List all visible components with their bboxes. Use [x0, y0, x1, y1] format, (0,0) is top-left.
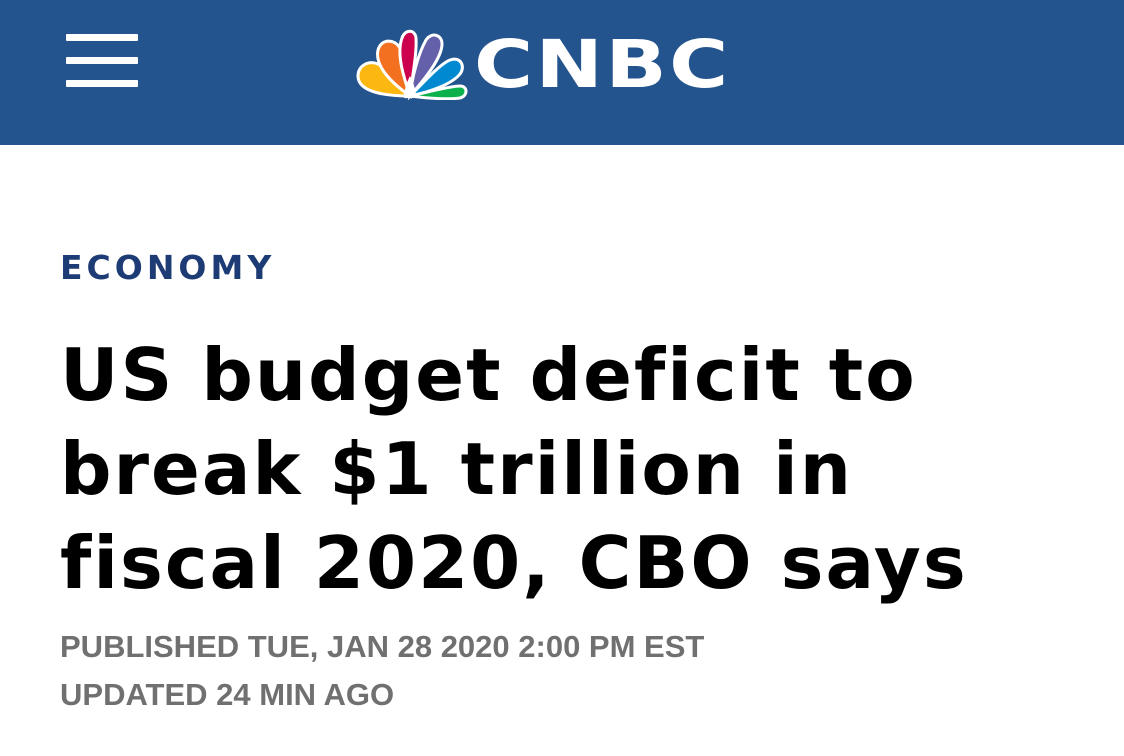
- top-navigation-bar: CNBC: [0, 0, 1124, 145]
- headline-line: break $1 trillion in: [60, 427, 854, 511]
- headline-line: fiscal 2020, CBO says: [60, 521, 968, 605]
- menu-bar-line: [66, 34, 138, 41]
- section-label-link[interactable]: ECONOMY: [60, 248, 275, 288]
- article-headline: US budget deficit to break $1 trillion i…: [60, 328, 1090, 610]
- menu-bar-line: [66, 80, 138, 87]
- updated-timestamp: UPDATED 24 MIN AGO: [60, 677, 395, 712]
- published-timestamp: PUBLISHED TUE, JAN 28 2020 2:00 PM EST: [60, 629, 705, 664]
- nbc-peacock-icon: [356, 29, 468, 100]
- brand-wordmark: CNBC: [474, 26, 731, 103]
- menu-bar-line: [66, 57, 138, 64]
- hamburger-menu-icon[interactable]: [66, 34, 138, 88]
- headline-line: US budget deficit to: [60, 333, 917, 417]
- cnbc-logo-link[interactable]: CNBC: [352, 24, 772, 104]
